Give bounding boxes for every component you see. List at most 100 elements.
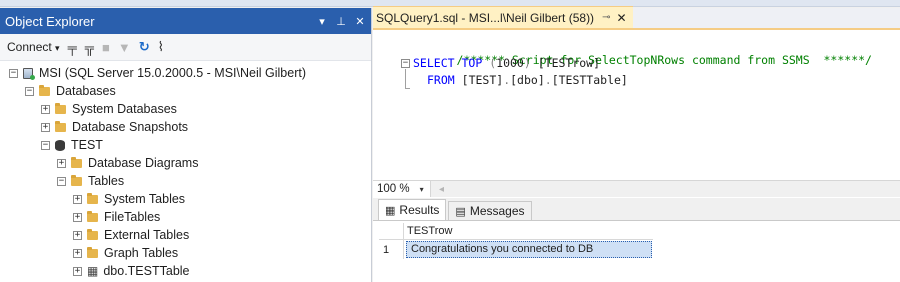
tree-node[interactable]: + FileTables: [0, 208, 371, 226]
column-name: [TESTrow]: [537, 56, 601, 70]
tree-node-label: MSI (SQL Server 15.0.2000.5 - MSI\Neil G…: [39, 66, 306, 80]
object-explorer-tree: − MSI (SQL Server 15.0.2000.5 - MSI\Neil …: [0, 61, 371, 280]
refresh-icon[interactable]: ↻: [139, 39, 150, 55]
expand-icon[interactable]: +: [73, 212, 82, 222]
tree-node[interactable]: − MSI (SQL Server 15.0.2000.5 - MSI\Neil …: [0, 64, 371, 82]
editor-status-bar: 100 % ▾ ◂: [373, 180, 900, 197]
tab-sqlquery1[interactable]: SQLQuery1.sql - MSI...l\Neil Gilbert (58…: [373, 6, 633, 28]
folder-icon: [39, 84, 50, 96]
folder-icon: [87, 210, 98, 222]
folder-icon: [87, 246, 98, 258]
editor-gutter: [373, 32, 391, 180]
chevron-down-icon: ▾: [419, 184, 424, 194]
tree-node[interactable]: − TEST: [0, 136, 371, 154]
code-line-1: /****** Script for SelectTopNRows comman…: [415, 36, 872, 67]
connect-label: Connect: [7, 40, 52, 54]
grid-icon: ▦: [385, 204, 396, 217]
collapse-icon[interactable]: −: [57, 176, 66, 186]
window-position-dropdown-icon[interactable]: ▾: [314, 15, 330, 28]
tree-node-label: System Databases: [72, 102, 177, 116]
paren-close: ): [523, 56, 531, 70]
collapse-icon[interactable]: −: [25, 86, 34, 96]
table-name: [TESTTable]: [551, 73, 628, 87]
collapse-icon[interactable]: −: [9, 68, 18, 78]
expand-icon[interactable]: +: [73, 266, 82, 276]
tree-node[interactable]: + External Tables: [0, 226, 371, 244]
tree-node[interactable]: + Graph Tables: [0, 244, 371, 262]
expand-icon[interactable]: +: [73, 194, 82, 204]
tree-node-label: Database Snapshots: [72, 120, 189, 134]
column-header-testrow[interactable]: TESTrow: [407, 224, 452, 238]
expand-icon[interactable]: +: [41, 122, 50, 132]
tree-node[interactable]: + System Tables: [0, 190, 371, 208]
grid-divider: [403, 223, 404, 259]
object-explorer-toolbar: Connect ▾ ╤ ╦ ■ ▼ ↻ ⌇: [0, 34, 371, 61]
document-tab-bar: SQLQuery1.sql - MSI...l\Neil Gilbert (58…: [373, 6, 900, 30]
tab-label: SQLQuery1.sql - MSI...l\Neil Gilbert (58…: [376, 10, 595, 25]
filter-connect-icon[interactable]: ╤: [68, 40, 77, 55]
object-explorer-title: Object Explorer: [5, 13, 95, 29]
tab-messages-label: Messages: [469, 204, 525, 218]
code-line-2: SELECT TOP (1000) [TESTrow]: [413, 55, 600, 71]
tree-node[interactable]: − Databases: [0, 82, 371, 100]
result-cell[interactable]: Congratulations you connected to DB: [406, 241, 652, 258]
expand-icon[interactable]: +: [73, 230, 82, 240]
folder-icon: [71, 156, 82, 168]
keyword-from: FROM: [427, 73, 455, 87]
header-divider: [379, 239, 653, 240]
tree-node-label: Tables: [88, 174, 125, 188]
collapse-region-icon[interactable]: −: [401, 59, 410, 68]
tab-messages[interactable]: ▤ Messages: [448, 201, 532, 220]
tree-node[interactable]: + ▦ dbo.TESTTable: [0, 262, 371, 280]
schema-name: [dbo]: [510, 73, 545, 87]
zoom-value: 100 %: [377, 183, 410, 195]
keyword-select: SELECT: [413, 56, 455, 70]
folder-icon: [87, 192, 98, 204]
tree-node[interactable]: + Database Snapshots: [0, 118, 371, 136]
folder-icon: [55, 102, 66, 114]
sql-editor[interactable]: /****** Script for SelectTopNRows comman…: [373, 32, 900, 180]
tab-results[interactable]: ▦ Results: [378, 199, 447, 220]
tree-node-label: External Tables: [104, 228, 190, 242]
expand-icon[interactable]: +: [41, 104, 50, 114]
dot-separator: .: [544, 73, 552, 87]
tree-node[interactable]: + System Databases: [0, 100, 371, 118]
top-count: 1000: [496, 56, 524, 70]
row-number[interactable]: 1: [383, 243, 389, 257]
table-icon: ▦: [87, 264, 99, 278]
tree-node-label: Database Diagrams: [88, 156, 199, 170]
close-tab-icon[interactable]: ✕: [616, 11, 626, 25]
database-name: [TEST]: [461, 73, 504, 87]
filter-icon[interactable]: ▼: [118, 40, 131, 55]
tab-results-label: Results: [399, 203, 440, 217]
pin-icon[interactable]: ⊸: [602, 12, 610, 23]
connect-button[interactable]: Connect ▾: [7, 40, 60, 54]
scroll-left-icon[interactable]: ◂: [439, 184, 444, 195]
expand-icon[interactable]: +: [57, 158, 66, 168]
zoom-dropdown[interactable]: 100 % ▾: [373, 181, 431, 197]
messages-icon: ▤: [455, 205, 466, 218]
auto-hide-pin-icon[interactable]: ⊥: [333, 15, 349, 28]
tree-node-label: FileTables: [104, 210, 161, 224]
query-editor-pane: SQLQuery1.sql - MSI...l\Neil Gilbert (58…: [373, 6, 900, 282]
folder-icon: [71, 174, 82, 186]
filter-disconnect-icon[interactable]: ╦: [85, 40, 94, 55]
chevron-down-icon: ▾: [55, 43, 60, 53]
collapse-icon[interactable]: −: [41, 140, 50, 150]
tree-node[interactable]: + Database Diagrams: [0, 154, 371, 172]
fold-guide: [405, 69, 406, 89]
tree-node[interactable]: − Tables: [0, 172, 371, 190]
activity-monitor-icon[interactable]: ⌇: [158, 39, 164, 55]
fold-guide-end: [405, 88, 410, 89]
stop-icon[interactable]: ■: [102, 40, 110, 55]
results-tab-bar: ▦ Results ▤ Messages: [373, 198, 900, 220]
object-explorer-panel: Object Explorer ▾ ⊥ ✕ Connect ▾ ╤ ╦ ■ ▼ …: [0, 8, 372, 282]
database-icon: [55, 139, 65, 151]
close-icon[interactable]: ✕: [352, 15, 368, 28]
expand-icon[interactable]: +: [73, 248, 82, 258]
folder-icon: [55, 120, 66, 132]
server-icon: [23, 67, 35, 80]
object-explorer-title-bar: Object Explorer ▾ ⊥ ✕: [0, 8, 371, 34]
code-line-3: FROM [TEST].[dbo].[TESTTable]: [427, 72, 628, 88]
results-grid: TESTrow 1 Congratulations you connected …: [373, 220, 900, 282]
